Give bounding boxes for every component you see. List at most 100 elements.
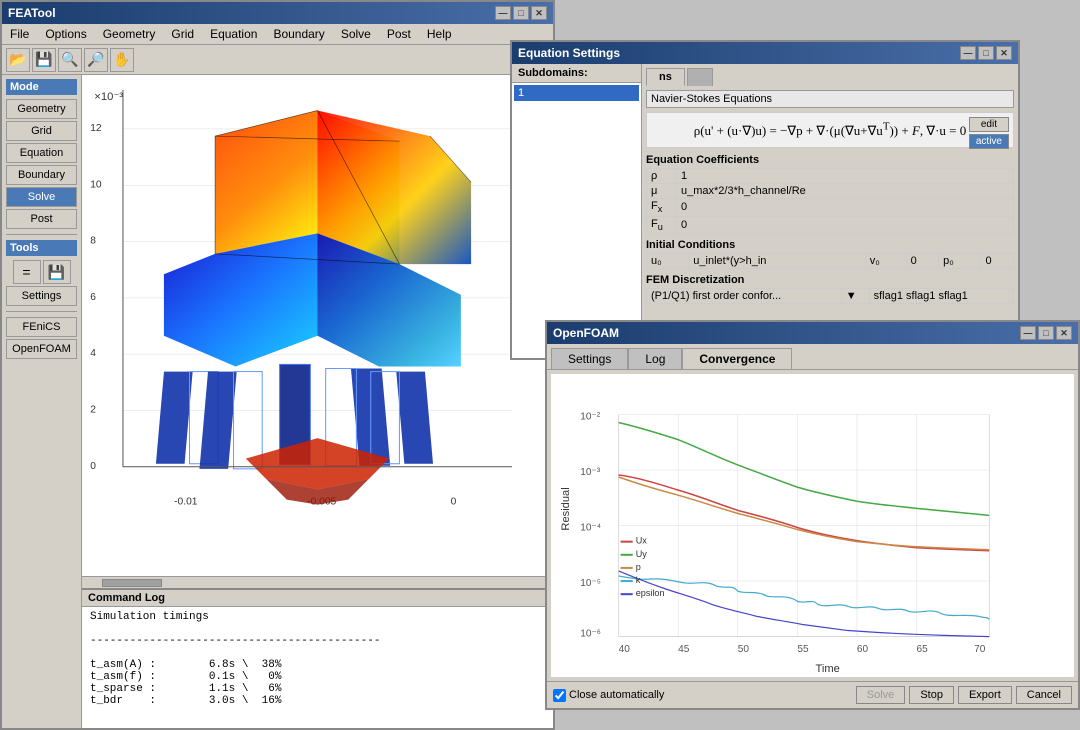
coeff-row-fx: Fx 0	[647, 199, 1014, 216]
disk-icon[interactable]: 💾	[43, 260, 71, 284]
command-log-title: Command Log	[82, 590, 553, 607]
open-button[interactable]: 📂	[6, 48, 30, 72]
init-v0-label: v₀	[865, 253, 906, 268]
of-title-bar: OpenFOAM — □ ✕	[547, 322, 1078, 344]
plot-area: ×10⁻³ 12 10 8 6 4 2 0 -0.01 -0.005 0	[82, 75, 553, 576]
of-tab-convergence[interactable]: Convergence	[682, 348, 792, 369]
coeff-section-label: Equation Coefficients	[646, 154, 1014, 166]
sidebar-openfoam[interactable]: OpenFOAM	[6, 339, 77, 359]
svg-text:epsilon: epsilon	[636, 588, 665, 598]
svg-text:Residual: Residual	[560, 487, 572, 530]
active-button[interactable]: active	[969, 134, 1009, 149]
sidebar: Mode Geometry Grid Equation Boundary Sol…	[2, 75, 82, 728]
tools-label: Tools	[6, 240, 77, 256]
init-row: u₀ u_inlet*(y>h_in v₀ 0 p₀ 0	[647, 253, 1014, 268]
equals-icon[interactable]: =	[13, 260, 41, 284]
save-button[interactable]: 💾	[32, 48, 56, 72]
eq-maximize-button[interactable]: □	[978, 46, 994, 60]
of-tab-log[interactable]: Log	[628, 348, 682, 369]
formula-text: ρ(u' + (u·∇)u) = −∇p + ∇·(μ(∇u+∇uT)) + F…	[694, 123, 967, 138]
menu-grid[interactable]: Grid	[167, 26, 198, 42]
sidebar-equation[interactable]: Equation	[6, 143, 77, 163]
eq-close-button[interactable]: ✕	[996, 46, 1012, 60]
fem-value[interactable]: (P1/Q1) first order confor...	[647, 288, 842, 303]
init-p0-value[interactable]: 0	[981, 253, 1014, 268]
sidebar-icon-row: = 💾	[6, 260, 77, 284]
svg-text:70: 70	[974, 644, 986, 655]
menu-geometry[interactable]: Geometry	[99, 26, 160, 42]
menu-help[interactable]: Help	[423, 26, 456, 42]
svg-text:p: p	[636, 562, 641, 572]
init-v0-value[interactable]: 0	[906, 253, 938, 268]
svg-text:65: 65	[917, 644, 929, 655]
sidebar-boundary[interactable]: Boundary	[6, 165, 77, 185]
svg-text:10⁻⁴: 10⁻⁴	[580, 523, 601, 534]
menu-file[interactable]: File	[6, 26, 33, 42]
stop-button[interactable]: Stop	[909, 686, 954, 704]
maximize-button[interactable]: □	[513, 6, 529, 20]
of-window-title: OpenFOAM	[553, 326, 619, 340]
main-window-title: FEATool	[8, 6, 56, 20]
command-log-content: Simulation timings ---------------------…	[82, 607, 553, 725]
eq-tab-ns[interactable]: ns	[646, 68, 685, 86]
svg-text:10⁻³: 10⁻³	[580, 467, 601, 478]
svg-text:Ux: Ux	[636, 536, 648, 546]
command-log: Command Log Simulation timings ---------…	[82, 588, 553, 728]
sidebar-solve[interactable]: Solve	[6, 187, 77, 207]
coeff-value-fu[interactable]: 0	[677, 216, 1014, 233]
of-minimize-button[interactable]: —	[1020, 326, 1036, 340]
close-button[interactable]: ✕	[531, 6, 547, 20]
sidebar-fenics[interactable]: FEniCS	[6, 317, 77, 337]
solve-button[interactable]: Solve	[856, 686, 906, 704]
of-tab-settings[interactable]: Settings	[551, 348, 628, 369]
main-window: FEATool — □ ✕ File Options Geometry Grid…	[0, 0, 555, 730]
of-tabs: Settings Log Convergence	[547, 344, 1078, 370]
coeff-name-mu: μ	[647, 184, 677, 199]
menu-post[interactable]: Post	[383, 26, 415, 42]
of-plot-area: Residual Time 10⁻² 10⁻³ 10⁻⁴ 10⁻⁵ 10⁻⁶ 4…	[551, 374, 1074, 677]
equation-settings-window: Equation Settings — □ ✕ Subdomains: 1 ns…	[510, 40, 1020, 360]
mode-label: Mode	[6, 79, 77, 95]
eq-minimize-button[interactable]: —	[960, 46, 976, 60]
eq-tab-2[interactable]	[687, 68, 713, 86]
main-content: Mode Geometry Grid Equation Boundary Sol…	[2, 75, 553, 728]
menu-solve[interactable]: Solve	[337, 26, 375, 42]
scrollbar-thumb[interactable]	[102, 579, 162, 587]
menu-options[interactable]: Options	[41, 26, 90, 42]
eq-tabs: ns	[646, 68, 1014, 86]
menu-boundary[interactable]: Boundary	[269, 26, 328, 42]
fem-dropdown[interactable]: ▼	[841, 288, 869, 303]
of-maximize-button[interactable]: □	[1038, 326, 1054, 340]
close-auto-input[interactable]	[553, 689, 566, 702]
export-button[interactable]: Export	[958, 686, 1012, 704]
coeff-value-fx[interactable]: 0	[677, 199, 1014, 216]
svg-text:4: 4	[90, 348, 96, 359]
edit-button[interactable]: edit	[969, 117, 1009, 132]
eq-formula: ρ(u' + (u·∇)u) = −∇p + ∇·(μ(∇u+∇uT)) + F…	[646, 112, 1014, 148]
subdomain-item-1[interactable]: 1	[514, 85, 639, 101]
sidebar-post[interactable]: Post	[6, 209, 77, 229]
init-u0-value[interactable]: u_inlet*(y>h_in	[689, 253, 865, 268]
minimize-button[interactable]: —	[495, 6, 511, 20]
mesh-plot: ×10⁻³ 12 10 8 6 4 2 0 -0.01 -0.005 0	[82, 75, 553, 576]
init-u0-label: u₀	[647, 253, 689, 268]
of-close-button[interactable]: ✕	[1056, 326, 1072, 340]
sidebar-settings[interactable]: Settings	[6, 286, 77, 306]
sidebar-divider-2	[6, 311, 77, 312]
init-p0-label: p₀	[939, 253, 981, 268]
coeff-row-fu: Fu 0	[647, 216, 1014, 233]
pan-button[interactable]: ✋	[110, 48, 134, 72]
coeff-value-mu[interactable]: u_max*2/3*h_channel/Re	[677, 184, 1014, 199]
coeff-name-fx: Fx	[647, 199, 677, 216]
coeff-value-rho[interactable]: 1	[677, 169, 1014, 184]
sidebar-grid[interactable]: Grid	[6, 121, 77, 141]
menu-equation[interactable]: Equation	[206, 26, 261, 42]
close-auto-checkbox[interactable]: Close automatically	[553, 689, 664, 702]
cancel-button[interactable]: Cancel	[1016, 686, 1072, 704]
sidebar-geometry[interactable]: Geometry	[6, 99, 77, 119]
horizontal-scrollbar[interactable]	[82, 576, 553, 588]
zoom-in-button[interactable]: 🔍	[58, 48, 82, 72]
fem-row: (P1/Q1) first order confor... ▼ sflag1 s…	[647, 288, 1014, 303]
svg-text:55: 55	[797, 644, 809, 655]
zoom-out-button[interactable]: 🔎	[84, 48, 108, 72]
